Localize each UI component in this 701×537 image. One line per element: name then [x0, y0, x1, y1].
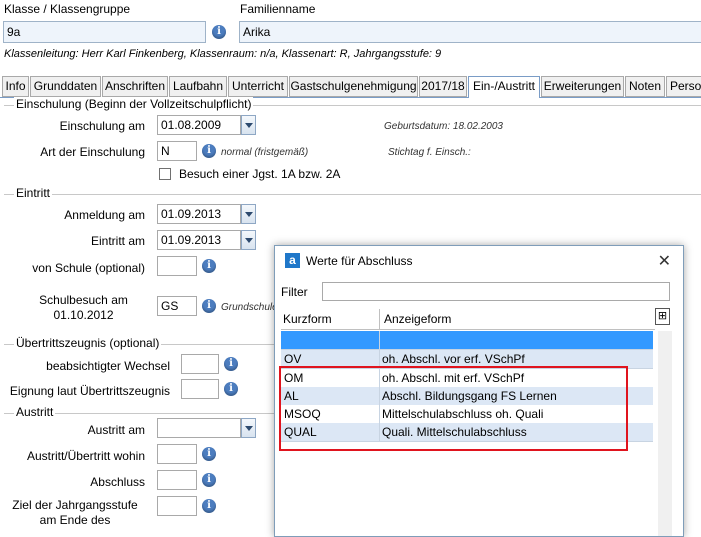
- ziel-jgst-label: Ziel der Jahrgangsstufe: [12, 498, 138, 512]
- row-anzeigeform: oh. Abschl. vor erf. VSchPf: [382, 352, 525, 366]
- section-einschulung: Einschulung (Beginn der Vollzeitschulpfl…: [0, 97, 701, 111]
- eignung-info-icon[interactable]: i: [224, 382, 238, 396]
- austritt-wohin-field[interactable]: [157, 444, 197, 464]
- tab-ein-austritt[interactable]: Ein-/Austritt: [468, 76, 540, 98]
- anmeldung-am-dropdown-button[interactable]: [241, 204, 256, 224]
- wechsel-info-icon[interactable]: i: [224, 357, 238, 371]
- art-einschulung-info-icon[interactable]: i: [202, 144, 216, 158]
- tab-personen[interactable]: Perso: [666, 76, 701, 97]
- anmeldung-am-label: Anmeldung am: [64, 208, 145, 222]
- highlight-box: [279, 366, 628, 451]
- tab-erweiterungen[interactable]: Erweiterungen: [541, 76, 624, 97]
- einschulung-am-field[interactable]: 01.08.2009: [157, 115, 241, 135]
- abschluss-field[interactable]: [157, 470, 197, 490]
- close-icon[interactable]: ✕: [658, 251, 671, 271]
- grid-header: Kurzform Anzeigeform: [281, 309, 655, 330]
- schulbesuch-label: Schulbesuch am: [39, 293, 128, 307]
- werte-fuer-abschluss-dialog: a Werte für Abschluss ✕ Filter Kurzform …: [274, 245, 684, 537]
- wechsel-label: beabsichtigter Wechsel: [46, 359, 170, 373]
- familienname-label: Familienname: [240, 2, 316, 16]
- filter-input[interactable]: [322, 282, 670, 301]
- art-einschulung-label: Art der Einschulung: [40, 145, 145, 159]
- eintritt-am-dropdown-button[interactable]: [241, 230, 256, 250]
- column-chooser-icon[interactable]: ⊞: [655, 308, 670, 325]
- col-anzeigeform-header[interactable]: Anzeigeform: [384, 312, 451, 326]
- austritt-am-field[interactable]: [157, 418, 241, 438]
- geburtsdatum-text: Geburtsdatum: 18.02.2003: [384, 121, 503, 132]
- tab-noten[interactable]: Noten: [625, 76, 665, 97]
- ziel-jgst-label-2: am Ende des: [39, 513, 111, 527]
- tab-laufbahn[interactable]: Laufbahn: [169, 76, 227, 97]
- klasse-info-icon[interactable]: i: [212, 25, 226, 39]
- klasse-field[interactable]: 9a: [3, 21, 206, 43]
- austritt-am-dropdown-button[interactable]: [241, 418, 256, 438]
- klasse-label: Klasse / Klassengruppe: [4, 2, 131, 16]
- schulbesuch-info-icon[interactable]: i: [202, 299, 216, 313]
- section-eintritt: Eintritt: [0, 186, 701, 200]
- tab-unterricht[interactable]: Unterricht: [228, 76, 288, 97]
- austritt-wohin-label: Austritt/Übertritt wohin: [26, 449, 145, 463]
- familienname-field[interactable]: Arika: [239, 21, 701, 43]
- wechsel-field[interactable]: [181, 354, 219, 374]
- eintritt-am-label: Eintritt am: [90, 234, 145, 248]
- tab-grunddaten[interactable]: Grunddaten: [30, 76, 101, 97]
- anmeldung-am-field[interactable]: 01.09.2013: [157, 204, 241, 224]
- von-schule-info-icon[interactable]: i: [202, 259, 216, 273]
- section-eintritt-title: Eintritt: [14, 186, 53, 200]
- section-uebertritt: Übertrittszeugnis (optional): [0, 336, 274, 350]
- von-schule-field[interactable]: [157, 256, 197, 276]
- eintritt-am-field[interactable]: 01.09.2013: [157, 230, 241, 250]
- von-schule-label: von Schule (optional): [32, 261, 145, 275]
- tab-2017-18[interactable]: 2017/18: [419, 76, 467, 97]
- art-einschulung-hint: normal (fristgemäß): [221, 147, 309, 158]
- austritt-am-label: Austritt am: [87, 423, 145, 437]
- ziel-jgst-field[interactable]: [157, 496, 197, 516]
- filter-label: Filter: [281, 285, 308, 299]
- class-info-line: Klassenleitung: Herr Karl Finkenberg, Kl…: [4, 48, 442, 60]
- tab-anschriften[interactable]: Anschriften: [102, 76, 168, 97]
- section-einschulung-title: Einschulung (Beginn der Vollzeitschulpfl…: [14, 97, 254, 111]
- abschluss-info-icon[interactable]: i: [202, 473, 216, 487]
- stichtag-text: Stichtag f. Einsch.:: [388, 147, 471, 158]
- grid-scrollbar[interactable]: [658, 331, 672, 536]
- tab-bar: Info Grunddaten Anschriften Laufbahn Unt…: [0, 76, 701, 98]
- app-logo-icon: a: [285, 253, 300, 268]
- austritt-wohin-info-icon[interactable]: i: [202, 447, 216, 461]
- jgst-1a-2a-label: Besuch einer Jgst. 1A bzw. 2A: [179, 167, 341, 181]
- schulbesuch-field[interactable]: GS: [157, 296, 197, 316]
- section-austritt: Austritt: [0, 405, 274, 419]
- abschluss-label: Abschluss: [90, 475, 145, 489]
- table-row[interactable]: [281, 331, 653, 350]
- schulbesuch-hint: Grundschule: [221, 302, 278, 313]
- eignung-field[interactable]: [181, 379, 219, 399]
- section-austritt-title: Austritt: [14, 405, 56, 419]
- eignung-label: Eignung laut Übertrittszeugnis: [9, 384, 170, 398]
- dialog-titlebar[interactable]: a Werte für Abschluss ✕: [275, 246, 683, 276]
- ziel-jgst-info-icon[interactable]: i: [202, 499, 216, 513]
- art-einschulung-field[interactable]: N: [157, 141, 197, 161]
- section-uebertritt-title: Übertrittszeugnis (optional): [14, 336, 162, 350]
- jgst-1a-2a-checkbox[interactable]: [159, 168, 171, 180]
- einschulung-am-dropdown-button[interactable]: [241, 115, 256, 135]
- tab-gastschulgenehmigung[interactable]: Gastschulgenehmigung: [289, 76, 418, 97]
- dialog-title: Werte für Abschluss: [306, 254, 413, 268]
- schulbesuch-date: 01.10.2012: [53, 308, 114, 322]
- col-kurzform-header[interactable]: Kurzform: [283, 312, 332, 326]
- einschulung-am-label: Einschulung am: [59, 119, 145, 133]
- tab-info[interactable]: Info: [2, 76, 29, 97]
- row-kurzform: OV: [284, 352, 302, 366]
